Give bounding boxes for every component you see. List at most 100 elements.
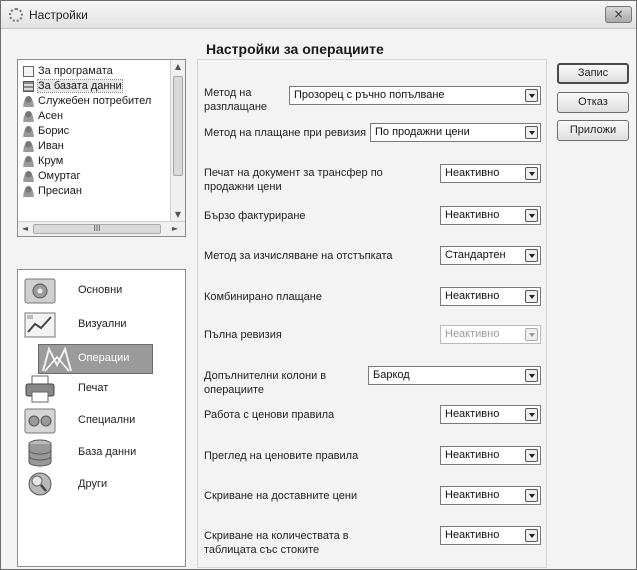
apply-button[interactable]: Приложи — [557, 120, 629, 141]
chevron-down-icon — [525, 328, 538, 341]
category-database[interactable]: База данни — [18, 436, 185, 470]
user-icon — [23, 111, 34, 122]
scroll-right-arrow-icon[interactable]: ► — [168, 222, 182, 236]
list-item-label: Крум — [38, 155, 64, 167]
list-item-label: Асен — [38, 110, 64, 122]
cancel-button[interactable]: Отказ — [557, 92, 629, 113]
user-icon — [23, 141, 34, 152]
setting-label: Печат на документ за трансфер по продажн… — [204, 167, 383, 193]
database-icon — [23, 81, 34, 92]
category-special[interactable]: Специални — [18, 404, 185, 438]
list-item-label: За базата данни — [37, 79, 123, 93]
revision-payment-dropdown[interactable]: По продажни цени — [370, 123, 541, 142]
setting-label: Метод на плащане при ревизия — [204, 127, 367, 139]
scroll-thumb-horizontal[interactable]: III — [33, 224, 161, 234]
close-button[interactable]: × — [605, 6, 632, 23]
discount-method-dropdown[interactable]: Стандартен — [440, 246, 541, 265]
setting-label: Пълна ревизия — [204, 329, 282, 341]
list-item-label: Борис — [38, 125, 70, 137]
list-item-user[interactable]: Омуртаг — [20, 169, 81, 184]
dropdown-value: Неактивно — [445, 529, 500, 541]
printer-icon — [24, 374, 56, 404]
list-item-label: Омуртаг — [38, 170, 81, 182]
user-icon — [23, 96, 34, 107]
category-general[interactable]: Основни — [18, 274, 185, 308]
category-visual[interactable]: Визуални — [18, 308, 185, 342]
quick-invoicing-dropdown[interactable]: Неактивно — [440, 206, 541, 225]
chevron-down-icon[interactable] — [525, 408, 538, 421]
list-item-user[interactable]: Пресиан — [20, 184, 82, 199]
settings-icon — [9, 8, 23, 22]
search-icon — [24, 470, 56, 500]
chevron-down-icon[interactable] — [525, 489, 538, 502]
panel-title: Настройки за операциите — [206, 41, 384, 57]
list-item-user[interactable]: Служебен потребител — [20, 94, 151, 109]
setting-label: Допълнителни колони в операциите — [204, 370, 327, 396]
user-icon — [23, 186, 34, 197]
category-operations[interactable]: Операции — [18, 342, 185, 376]
category-label: Други — [78, 478, 108, 490]
chevron-down-icon[interactable] — [525, 89, 538, 102]
chevron-down-icon[interactable] — [525, 167, 538, 180]
save-button[interactable]: Запис — [557, 63, 629, 84]
list-item-user[interactable]: Борис — [20, 124, 69, 139]
chevron-down-icon[interactable] — [525, 209, 538, 222]
hide-quantities-dropdown[interactable]: Неактивно — [440, 526, 541, 545]
user-icon — [23, 126, 34, 137]
user-icon — [23, 171, 34, 182]
category-label: База данни — [78, 446, 137, 458]
chevron-down-icon[interactable] — [525, 290, 538, 303]
list-item-about-database[interactable]: За базата данни — [20, 79, 123, 94]
special-icon — [24, 406, 56, 436]
setting-label: Метод за изчисляване на отстъпката — [204, 250, 393, 262]
chevron-down-icon[interactable] — [525, 249, 538, 262]
dropdown-value: Неактивно — [445, 408, 500, 420]
settings-general-icon — [24, 276, 56, 306]
users-list[interactable]: За програмата За базата данни Служебен п… — [17, 59, 186, 237]
dropdown-value: По продажни цени — [375, 126, 470, 138]
list-item-label: Служебен потребител — [38, 95, 152, 107]
list-item-user[interactable]: Асен — [20, 109, 63, 124]
chevron-down-icon[interactable] — [525, 126, 538, 139]
combined-payment-dropdown[interactable]: Неактивно — [440, 287, 541, 306]
extra-columns-dropdown[interactable]: Баркод — [368, 366, 541, 385]
window-title: Настройки — [29, 8, 88, 22]
hide-delivery-prices-dropdown[interactable]: Неактивно — [440, 486, 541, 505]
scroll-left-arrow-icon[interactable]: ◄ — [18, 222, 32, 236]
dropdown-value: Неактивно — [445, 167, 500, 179]
price-rules-view-dropdown[interactable]: Неактивно — [440, 446, 541, 465]
category-label: Основни — [78, 284, 123, 296]
dropdown-value: Неактивно — [445, 328, 500, 340]
category-print[interactable]: Печат — [18, 372, 185, 406]
chevron-down-icon[interactable] — [525, 369, 538, 382]
settings-window: Настройки × За програмата За базата данн… — [0, 0, 637, 570]
setting-label: Работа с ценови правила — [204, 409, 335, 421]
price-rules-dropdown[interactable]: Неактивно — [440, 405, 541, 424]
category-nav: Основни Визуални Операции Печат Специалн… — [17, 269, 186, 567]
setting-label: Преглед на ценовите правила — [204, 450, 359, 462]
transfer-print-dropdown[interactable]: Неактивно — [440, 164, 541, 183]
document-icon — [23, 66, 34, 77]
full-revision-dropdown: Неактивно — [440, 325, 541, 344]
setting-label: Метод на разплащане — [204, 87, 268, 113]
horizontal-scrollbar[interactable]: ◄ III ► — [18, 221, 185, 236]
payment-method-dropdown[interactable]: Прозорец с ръчно попълване — [289, 86, 541, 105]
scroll-thumb[interactable] — [173, 76, 183, 176]
title-bar: Настройки × — [1, 1, 636, 29]
setting-label: Комбинирано плащане — [204, 291, 322, 303]
category-label: Печат — [78, 382, 109, 394]
dropdown-value: Неактивно — [445, 290, 500, 302]
scroll-up-arrow-icon[interactable]: ▲ — [171, 60, 185, 74]
chevron-down-icon[interactable] — [525, 529, 538, 542]
dropdown-value: Стандартен — [445, 249, 506, 261]
setting-label: Скриване на количествата в таблицата със… — [204, 530, 349, 556]
list-item-about-program[interactable]: За програмата — [20, 64, 113, 79]
category-label: Операции — [78, 352, 130, 364]
vertical-scrollbar[interactable]: ▲ ▼ — [170, 60, 185, 222]
list-item-user[interactable]: Иван — [20, 139, 64, 154]
scroll-down-arrow-icon[interactable]: ▼ — [171, 208, 185, 222]
category-other[interactable]: Други — [18, 468, 185, 502]
list-item-user[interactable]: Крум — [20, 154, 63, 169]
chevron-down-icon[interactable] — [525, 449, 538, 462]
dropdown-value: Неактивно — [445, 449, 500, 461]
